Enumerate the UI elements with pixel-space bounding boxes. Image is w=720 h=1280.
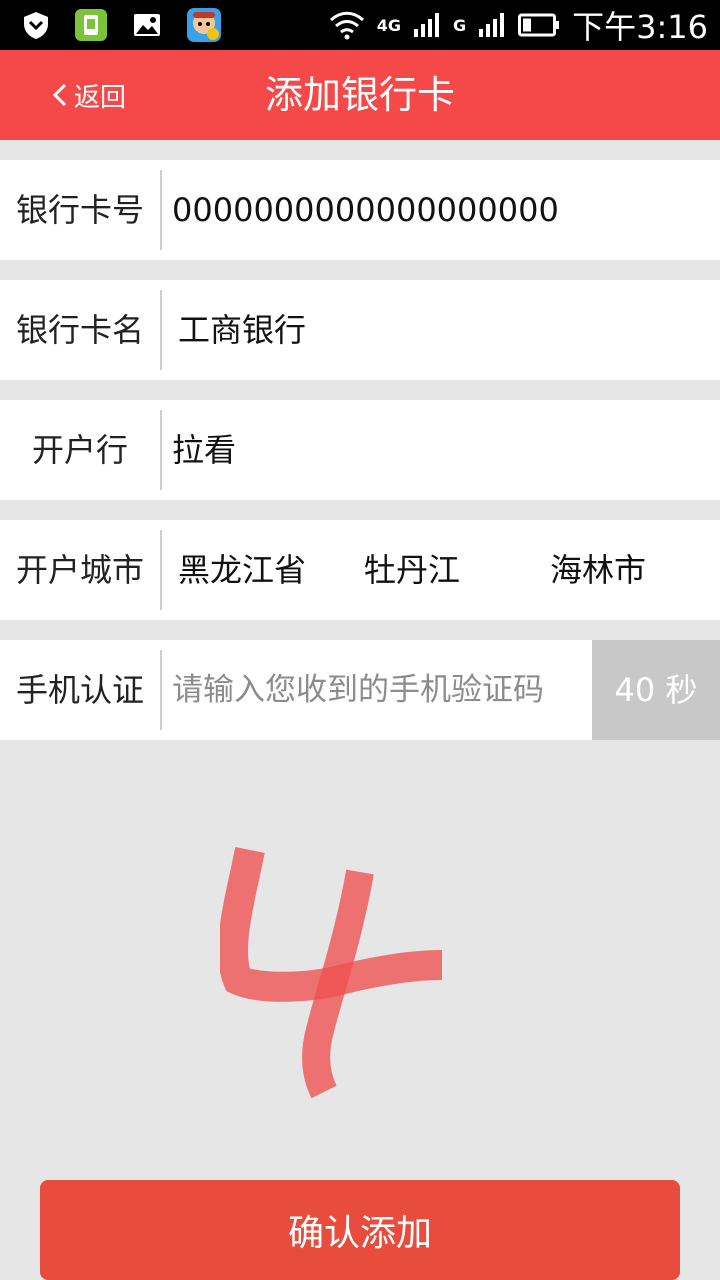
row-divider — [160, 530, 162, 610]
card-name-row[interactable]: 银行卡名 工商银行 — [0, 280, 720, 380]
status-bar: 4G G 下午3:16 — [0, 0, 720, 50]
signal-icon-2 — [479, 13, 505, 37]
card-name-field[interactable]: 工商银行 — [178, 280, 306, 380]
app-header: 返回 添加银行卡 — [0, 50, 720, 140]
bank-branch-label: 开户行 — [31, 431, 128, 469]
wifi-icon — [329, 11, 364, 40]
row-divider — [160, 410, 162, 490]
bank-branch-row[interactable]: 开户行 拉看 — [0, 400, 720, 500]
card-number-field[interactable]: 0000000000000000000 — [172, 160, 559, 260]
confirm-add-button[interactable]: 确认添加 — [40, 1180, 680, 1280]
battery-icon — [518, 13, 560, 37]
verification-code-input[interactable] — [172, 660, 582, 720]
card-number-label: 银行卡号 — [15, 191, 144, 229]
game-app-icon — [187, 8, 221, 42]
row-divider — [160, 290, 162, 370]
row-divider — [160, 650, 162, 730]
shield-icon — [24, 12, 48, 39]
row-divider — [160, 170, 162, 250]
status-time: 下午3:16 — [572, 8, 708, 46]
network-type-label: 4G — [376, 15, 401, 35]
province-select[interactable]: 黑龙江省 — [178, 520, 306, 620]
bank-branch-field[interactable]: 拉看 — [172, 400, 236, 500]
card-number-row[interactable]: 银行卡号 0000000000000000000 — [0, 160, 720, 260]
page-title: 添加银行卡 — [264, 73, 455, 117]
image-icon — [134, 14, 160, 36]
city-row: 开户城市 黑龙江省 牡丹江 海林市 — [0, 520, 720, 620]
phone-auth-label: 手机认证 — [15, 671, 144, 709]
city-label: 开户城市 — [15, 551, 144, 589]
city-select[interactable]: 牡丹江 — [364, 520, 460, 620]
notification-icons — [22, 8, 222, 42]
handwritten-scribble — [220, 847, 443, 1099]
phone-auth-row: 手机认证 40 秒 — [0, 640, 720, 740]
signal-icon — [413, 13, 439, 37]
carrier-label: G — [452, 15, 467, 35]
system-indicators: 4G G 下午3:16 — [329, 0, 708, 50]
card-name-label: 银行卡名 — [15, 311, 144, 349]
app-store-icon — [75, 9, 107, 41]
resend-countdown-button[interactable]: 40 秒 — [592, 640, 720, 740]
district-select[interactable]: 海林市 — [550, 520, 646, 620]
